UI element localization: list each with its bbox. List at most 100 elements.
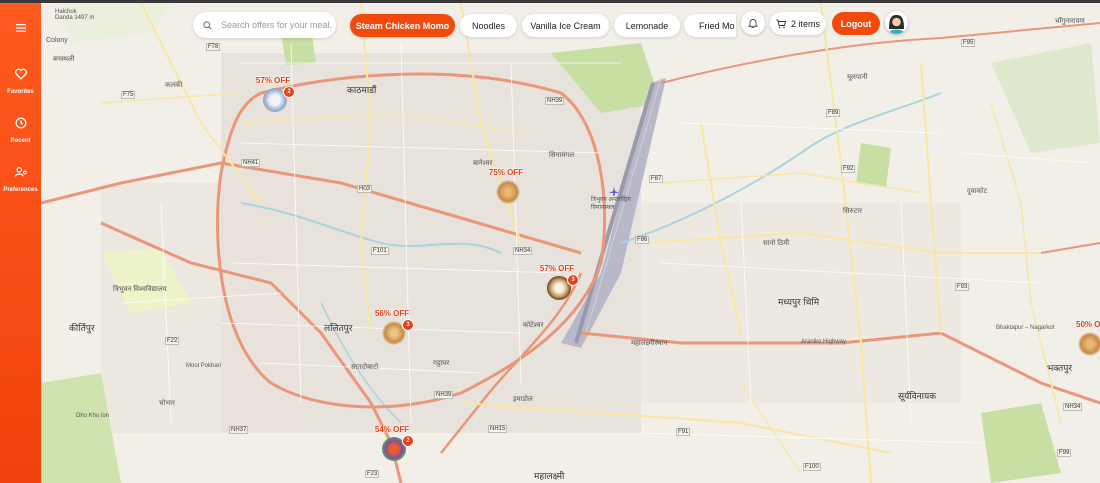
road-label: NH41 xyxy=(241,159,261,167)
sidebar-item-favorites[interactable]: Favorites xyxy=(0,67,41,95)
discount-label: 54% OFF xyxy=(374,425,410,434)
user-avatar-icon xyxy=(885,11,908,34)
road-label: F86 xyxy=(635,236,650,244)
map-label: गट्ठाघर xyxy=(433,360,450,367)
map-label: चोभार xyxy=(159,400,175,407)
sidebar-item-label: Recent xyxy=(10,138,31,144)
offer-marker[interactable]: 75% OFF xyxy=(476,168,536,218)
map-label: सानो ठिमी xyxy=(763,240,790,247)
map-label: Dho Khu lon xyxy=(76,413,110,419)
map-tiles xyxy=(41,3,1100,483)
airport-icon xyxy=(609,187,619,196)
road-label: F22 xyxy=(165,337,180,345)
road-label: F99 xyxy=(1057,449,1072,457)
offer-marker[interactable]: 50% OFF xyxy=(1062,320,1100,370)
road-label: NH34 xyxy=(513,247,533,255)
hamburger-menu-icon xyxy=(16,24,26,32)
map-label: बनस्थली xyxy=(53,56,75,63)
map-label: Mool Pokhari xyxy=(186,363,222,369)
cart-count-label: 2 items xyxy=(790,18,820,29)
cart-icon xyxy=(776,19,786,28)
map-label: महालक्ष्मीस्थान xyxy=(631,340,668,347)
road-label: F78 xyxy=(206,43,221,51)
map-label: चाँगुनारायण xyxy=(1055,18,1085,25)
map-label: सातदोबाटो xyxy=(351,364,379,371)
offer-marker[interactable]: 56% OFF 3 xyxy=(362,309,422,359)
user-settings-icon xyxy=(14,167,27,177)
map-label: दुवाकोट xyxy=(967,188,988,195)
map-label: Halchok Danda 1497 m xyxy=(55,9,95,21)
sidebar-item-preferences[interactable]: Preferences xyxy=(0,165,41,193)
offer-count-badge: 3 xyxy=(402,319,414,331)
offer-count-badge: 2 xyxy=(283,86,295,98)
road-label: H03 xyxy=(357,185,373,193)
sidebar-item-label: Preferences xyxy=(3,187,38,193)
road-label: NH39 xyxy=(545,97,565,105)
road-label: NH34 xyxy=(1063,403,1083,411)
road-label: F87 xyxy=(649,175,664,183)
category-chip-vanilla-ice-cream[interactable]: Vanilla Ice Cream xyxy=(522,14,609,37)
map-label: सिरुटार xyxy=(843,208,862,215)
search-input[interactable] xyxy=(219,19,335,31)
search-bar[interactable] xyxy=(193,12,336,38)
map-label: Colony xyxy=(46,37,68,44)
road-label: F75 xyxy=(121,91,136,99)
map-label: त्रिभुवन अन्तर्राष्ट्रिय विमानस्थल xyxy=(591,197,631,211)
map-label: Araniko Highway xyxy=(801,339,847,345)
map-label: मूलपानी xyxy=(847,74,868,81)
menu-button[interactable] xyxy=(10,17,32,39)
bell-icon xyxy=(748,19,758,28)
road-label: F89 xyxy=(826,109,841,117)
map-label: सिनामंगल xyxy=(549,152,575,159)
window-top-border xyxy=(0,0,1100,3)
sidebar-item-label: Favorites xyxy=(7,89,34,95)
cart-button[interactable]: 2 items xyxy=(770,12,826,35)
discount-label: 50% OFF xyxy=(1076,320,1100,329)
category-chip-noodles[interactable]: Noodles xyxy=(460,14,517,37)
map-label: Bhaktapur – Nagarkot xyxy=(996,325,1055,331)
discount-label: 57% OFF xyxy=(539,264,575,273)
map-label: मध्यपुर थिमि xyxy=(778,297,820,307)
map-label: काठमाडौं xyxy=(347,85,377,95)
road-label: F95 xyxy=(961,39,976,47)
road-label: NH39 xyxy=(434,391,454,399)
category-chip-steam-chicken-momo[interactable]: Steam Chicken Momo xyxy=(350,14,455,37)
category-chip-lemonade[interactable]: Lemonade xyxy=(614,14,680,37)
discount-label: 57% OFF xyxy=(255,76,291,85)
road-label: NH15 xyxy=(488,425,508,433)
avatar[interactable] xyxy=(885,11,908,34)
notifications-button[interactable] xyxy=(741,11,765,35)
clock-icon xyxy=(15,117,26,129)
category-chip-fried-momo[interactable]: Fried Mo xyxy=(684,14,736,37)
offer-marker[interactable]: 57% OFF 3 xyxy=(527,264,587,314)
road-label: F92 xyxy=(841,165,856,173)
map-label: कलंकी xyxy=(165,82,183,89)
food-thumbnail xyxy=(1078,332,1100,356)
map-canvas[interactable]: Colony Halchok Danda 1497 m काठमाडौं कीर… xyxy=(41,3,1100,483)
map-label: इमाडोल xyxy=(513,396,533,403)
offer-marker[interactable]: 57% OFF 2 xyxy=(243,76,303,126)
map-label: ललितपुर xyxy=(324,323,353,333)
discount-label: 75% OFF xyxy=(488,168,524,177)
search-icon xyxy=(203,20,212,30)
logout-button[interactable]: Logout xyxy=(832,12,880,35)
map-label: सूर्यविनायक xyxy=(898,391,937,401)
discount-label: 56% OFF xyxy=(374,309,410,318)
food-thumbnail xyxy=(496,180,520,204)
sidebar: Favorites Recent Preferences xyxy=(0,3,41,483)
offer-count-badge: 3 xyxy=(567,274,579,286)
offer-marker[interactable]: 54% OFF 2 xyxy=(362,425,422,475)
map-label: बानेश्वर xyxy=(473,160,493,167)
offer-count-badge: 2 xyxy=(402,435,414,447)
road-label: NH37 xyxy=(229,426,249,434)
road-label: F100 xyxy=(803,463,821,471)
road-label: F93 xyxy=(955,283,970,291)
road-label: F101 xyxy=(371,247,389,255)
heart-icon xyxy=(14,68,27,80)
map-label: कीर्तिपुर xyxy=(69,323,95,333)
map-label: कोटेश्वर xyxy=(523,322,544,329)
road-label: F91 xyxy=(676,428,691,436)
map-label: महालक्ष्मी xyxy=(534,471,565,481)
sidebar-item-recent[interactable]: Recent xyxy=(0,116,41,144)
map-label: त्रिभुवन विश्वविद्यालय xyxy=(113,286,167,293)
